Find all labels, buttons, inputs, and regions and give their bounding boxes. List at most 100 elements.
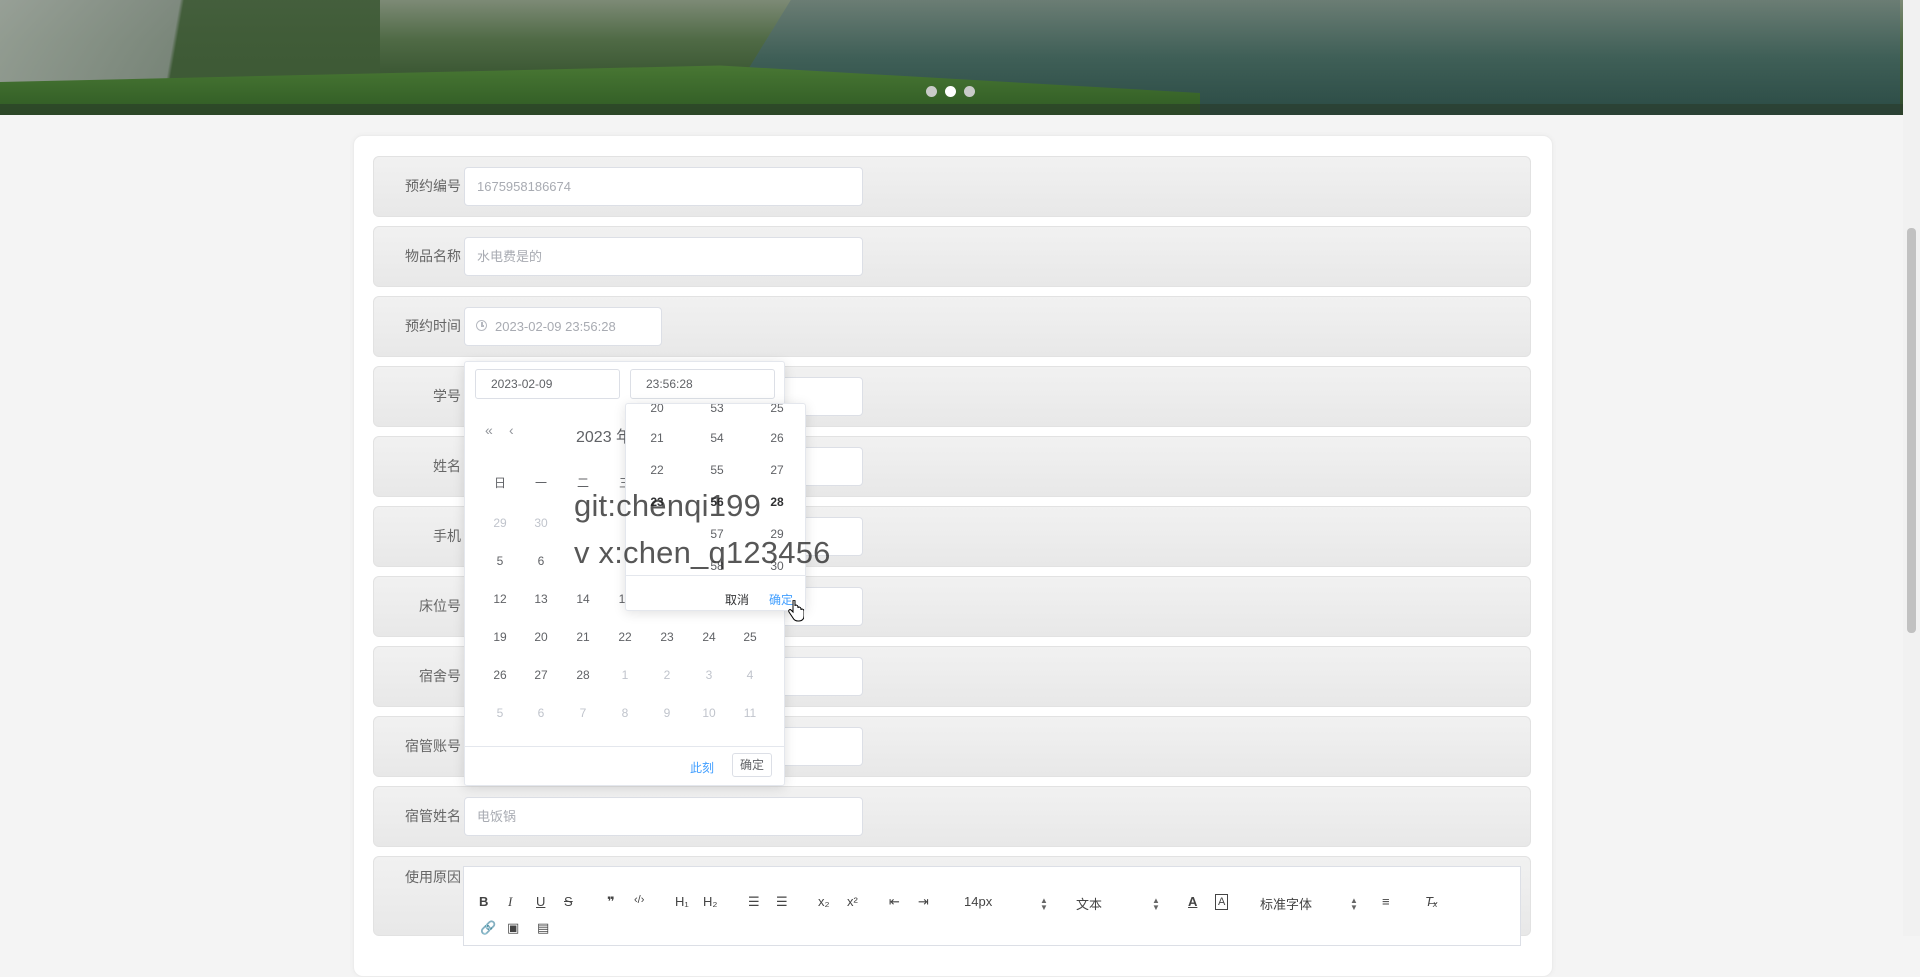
scrollbar-thumb[interactable]	[1907, 228, 1916, 633]
calendar-day[interactable]: 30	[521, 516, 561, 530]
calendar-day[interactable]: 8	[605, 706, 645, 720]
second-option[interactable]: 27	[757, 463, 797, 477]
usage-reason-label: 使用原因	[405, 869, 461, 885]
form-row-manager-name: 宿管姓名 电饭锅	[373, 786, 1531, 847]
now-button[interactable]: 此刻	[690, 759, 714, 776]
carousel-dot-2[interactable]	[945, 86, 956, 97]
picker-divider	[465, 746, 784, 747]
calendar-day[interactable]: 12	[480, 592, 520, 606]
calendar-day[interactable]: 5	[480, 554, 520, 568]
second-option[interactable]: 25	[757, 404, 797, 415]
outdent-icon[interactable]: ⇤	[889, 894, 900, 910]
calendar-day[interactable]: 10	[689, 706, 729, 720]
header2-icon[interactable]: H₂	[703, 894, 717, 909]
italic-icon[interactable]: I	[508, 894, 512, 910]
calendar-day[interactable]: 9	[647, 706, 687, 720]
code-icon[interactable]: ‹/›	[634, 894, 644, 906]
time-panel-divider	[626, 575, 805, 576]
link-icon[interactable]: 🔗	[480, 920, 496, 936]
watermark-line-2: v x:chen_q123456	[574, 535, 831, 570]
calendar-day[interactable]: 3	[689, 668, 729, 682]
calendar-day[interactable]: 26	[480, 668, 520, 682]
carousel-dot-1[interactable]	[926, 86, 937, 97]
hour-option[interactable]: 22	[637, 463, 677, 477]
text-type-select[interactable]: 文本	[1076, 894, 1102, 913]
manager-name-field[interactable]: 电饭锅	[464, 797, 863, 836]
name-label: 姓名	[433, 458, 461, 474]
prev-month-button[interactable]: ‹	[509, 422, 514, 438]
video-icon[interactable]: ▤	[537, 920, 549, 936]
phone-label: 手机	[433, 528, 461, 544]
ordered-list-icon[interactable]: ☰	[748, 894, 760, 910]
calendar-day[interactable]: 11	[730, 706, 770, 720]
second-option[interactable]: 26	[757, 431, 797, 445]
booking-time-field[interactable]: 2023-02-09 23:56:28	[464, 307, 662, 346]
page-scrollbar[interactable]	[1903, 0, 1920, 936]
clock-icon	[476, 320, 487, 331]
form-row-booking-number: 预约编号 1675958186674	[373, 156, 1531, 217]
calendar-day[interactable]: 25	[730, 630, 770, 644]
time-cancel-button[interactable]: 取消	[725, 591, 749, 608]
prev-year-button[interactable]: «	[485, 422, 493, 438]
header1-icon[interactable]: H₁	[675, 894, 689, 909]
weekday-header: 日	[493, 476, 506, 490]
hand-cursor-icon	[788, 600, 804, 622]
booking-time-value: 2023-02-09 23:56:28	[495, 319, 616, 334]
strike-icon[interactable]: S	[564, 894, 573, 909]
hour-option[interactable]: 20	[637, 404, 677, 415]
calendar-day[interactable]: 6	[521, 706, 561, 720]
bullet-list-icon[interactable]: ☰	[776, 894, 788, 910]
hour-option[interactable]: 21	[637, 431, 677, 445]
bed-number-label: 床位号	[419, 598, 461, 614]
calendar-day[interactable]: 6	[521, 554, 561, 568]
indent-icon[interactable]: ⇥	[918, 894, 929, 910]
month-label: 2023 年	[576, 429, 633, 446]
calendar-day[interactable]: 22	[605, 630, 645, 644]
calendar-day[interactable]: 14	[563, 592, 603, 606]
weekday-header: 一	[534, 476, 547, 490]
calendar-day[interactable]: 23	[647, 630, 687, 644]
calendar-day[interactable]: 29	[480, 516, 520, 530]
underline-icon[interactable]: U	[536, 894, 545, 909]
item-name-field[interactable]: 水电费是的	[464, 237, 863, 276]
calendar-day[interactable]: 24	[689, 630, 729, 644]
calendar-day[interactable]: 27	[521, 668, 561, 682]
image-icon[interactable]: ▣	[507, 920, 519, 936]
font-size-select[interactable]: 14px	[964, 894, 992, 909]
calendar-day[interactable]: 28	[563, 668, 603, 682]
calendar-day[interactable]: 5	[480, 706, 520, 720]
calendar-day[interactable]: 13	[521, 592, 561, 606]
clear-format-icon[interactable]: T̶ₓ	[1425, 894, 1438, 909]
minute-option[interactable]: 53	[697, 404, 737, 415]
calendar-day[interactable]: 19	[480, 630, 520, 644]
manager-name-label: 宿管姓名	[405, 808, 461, 824]
calendar-day[interactable]: 21	[563, 630, 603, 644]
booking-time-label: 预约时间	[405, 318, 461, 334]
picker-date-input[interactable]: 2023-02-09	[475, 369, 620, 399]
align-icon[interactable]: ≡	[1382, 894, 1390, 909]
picker-ok-button[interactable]: 确定	[732, 753, 772, 777]
quote-icon[interactable]: ❞	[607, 894, 615, 910]
chevron-updown-icon: ▲ ▼	[1350, 896, 1358, 912]
carousel-dot-3[interactable]	[964, 86, 975, 97]
font-family-select[interactable]: 标准字体	[1260, 894, 1312, 913]
background-color-icon[interactable]: A	[1215, 894, 1229, 910]
form-row-booking-time: 预约时间 2023-02-09 23:56:28	[373, 296, 1531, 357]
calendar-day[interactable]: 1	[605, 668, 645, 682]
bold-icon[interactable]: B	[479, 894, 488, 909]
calendar-day[interactable]: 7	[563, 706, 603, 720]
calendar-day[interactable]: 4	[730, 668, 770, 682]
second-option-selected[interactable]: 28	[757, 495, 797, 509]
minute-option[interactable]: 54	[697, 431, 737, 445]
minute-option[interactable]: 55	[697, 463, 737, 477]
item-name-label: 物品名称	[405, 248, 461, 264]
booking-number-field[interactable]: 1675958186674	[464, 167, 863, 206]
calendar-day[interactable]: 20	[521, 630, 561, 644]
picker-time-input[interactable]: 23:56:28	[630, 369, 775, 399]
subscript-icon[interactable]: x₂	[818, 894, 830, 909]
font-color-icon[interactable]: A	[1188, 894, 1197, 909]
watermark-line-1: git:chenqi199	[574, 488, 762, 523]
form-row-item-name: 物品名称 水电费是的	[373, 226, 1531, 287]
superscript-icon[interactable]: x²	[847, 894, 858, 909]
calendar-day[interactable]: 2	[647, 668, 687, 682]
